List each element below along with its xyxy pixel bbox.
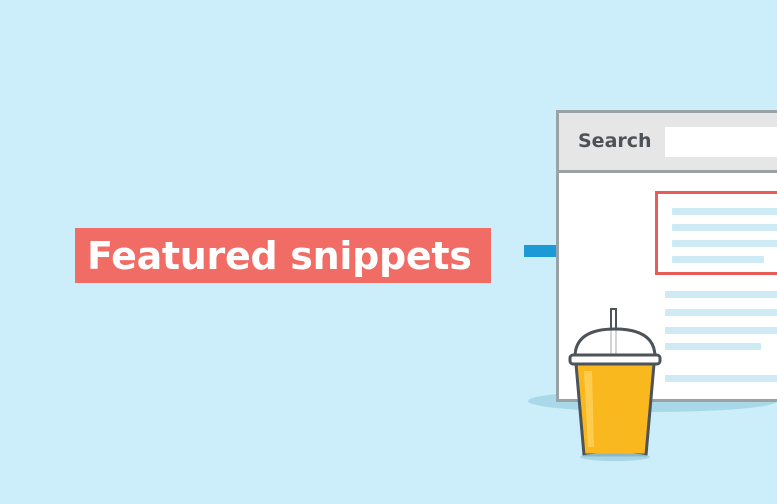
result-text-line [665,327,777,334]
featured-snippet-result[interactable] [655,191,777,275]
featured-snippets-banner: Featured snippets [75,228,491,283]
search-label: Search [578,130,652,152]
result-text-line [665,291,777,298]
snippet-text-line [672,208,777,215]
result-text-line [665,343,761,350]
snippet-text-line [672,240,777,247]
result-text-line [665,375,777,382]
snippet-text-line [672,256,764,263]
search-input[interactable] [665,127,777,157]
result-text-line [665,309,777,316]
featured-snippets-text: Featured snippets [87,233,472,278]
browser-search-bar: Search [559,113,777,173]
drink-cup-icon [568,308,662,461]
illustration-scene: Featured snippets Search [0,0,777,504]
snippet-text-line [672,224,777,231]
